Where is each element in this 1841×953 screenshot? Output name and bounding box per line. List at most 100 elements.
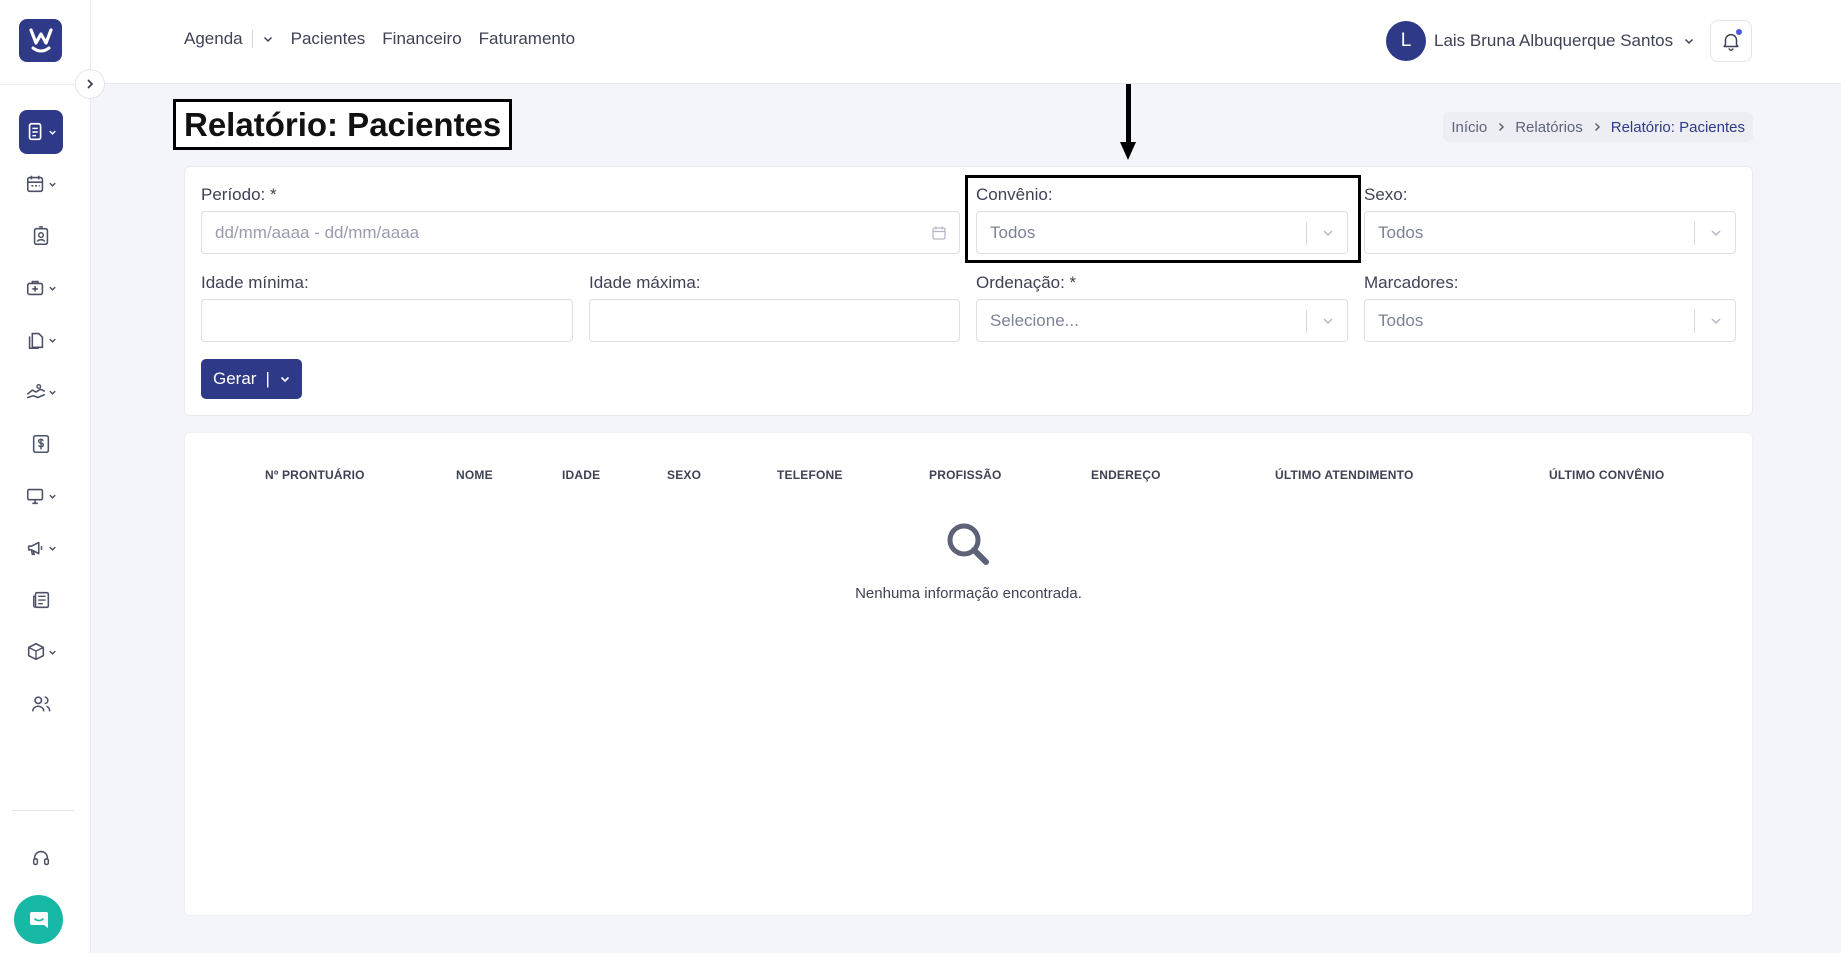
select-divider bbox=[1694, 310, 1695, 333]
nav-agenda-dropdown[interactable] bbox=[262, 33, 274, 45]
ordenacao-value: Selecione... bbox=[990, 310, 1079, 330]
handshake-icon bbox=[26, 383, 46, 399]
sexo-select[interactable]: Todos bbox=[1364, 211, 1736, 254]
nav-agenda[interactable]: Agenda bbox=[184, 29, 243, 49]
notifications-button[interactable] bbox=[1710, 20, 1752, 62]
page-title: Relatório: Pacientes bbox=[173, 99, 513, 150]
nav-faturamento[interactable]: Faturamento bbox=[479, 29, 575, 49]
sidebar-item-patients[interactable] bbox=[19, 214, 63, 258]
generate-button-label: Gerar bbox=[213, 369, 257, 388]
periodo-label: Período: * bbox=[201, 185, 277, 204]
idade-minima-label: Idade mínima: bbox=[201, 273, 309, 292]
patient-badge-icon bbox=[33, 226, 49, 246]
button-divider: | bbox=[265, 369, 270, 388]
empty-state bbox=[945, 521, 991, 572]
convenio-value: Todos bbox=[990, 222, 1036, 242]
breadcrumb-home[interactable]: Início bbox=[1451, 119, 1487, 136]
top-header: Agenda Pacientes Financeiro Faturamento … bbox=[91, 0, 1841, 84]
app-logo[interactable] bbox=[19, 19, 62, 62]
chevron-right-icon bbox=[1499, 122, 1505, 132]
calendar-icon bbox=[931, 225, 947, 241]
sidebar-toggle-button[interactable] bbox=[75, 69, 105, 99]
empty-state-message: Nenhuma informação encontrada. bbox=[855, 585, 1082, 602]
chevron-down-icon bbox=[1321, 314, 1335, 328]
nav-financeiro[interactable]: Financeiro bbox=[382, 29, 461, 49]
column-header[interactable]: ENDEREÇO bbox=[1091, 468, 1161, 482]
chevron-down-icon bbox=[49, 286, 56, 291]
breadcrumb-reports[interactable]: Relatórios bbox=[1515, 119, 1583, 136]
sidebar-item-documents[interactable] bbox=[19, 318, 63, 362]
box-icon bbox=[27, 642, 45, 661]
sidebar-item-support[interactable] bbox=[19, 836, 63, 880]
breadcrumb-separator bbox=[1592, 122, 1602, 132]
convenio-label: Convênio: bbox=[976, 185, 1053, 204]
avatar: L bbox=[1386, 21, 1426, 61]
nav-pacientes[interactable]: Pacientes bbox=[291, 29, 366, 49]
sidebar-item-reports[interactable] bbox=[19, 110, 63, 154]
chevron-down-icon bbox=[1685, 38, 1694, 45]
main-nav: Agenda Pacientes Financeiro Faturamento bbox=[184, 29, 592, 49]
idade-maxima-input[interactable] bbox=[589, 299, 960, 342]
sexo-value: Todos bbox=[1378, 222, 1424, 242]
convenio-select[interactable]: Todos bbox=[976, 211, 1348, 254]
column-header[interactable]: PROFISSÃO bbox=[929, 468, 1001, 482]
results-table-card bbox=[184, 432, 1753, 916]
periodo-input[interactable]: dd/mm/aaaa - dd/mm/aaaa bbox=[201, 211, 960, 254]
breadcrumb: Início Relatórios Relatório: Pacientes bbox=[1443, 112, 1753, 142]
sidebar-item-monitor[interactable] bbox=[19, 474, 63, 518]
user-menu-chevron bbox=[1683, 35, 1695, 47]
monitor-icon bbox=[26, 488, 44, 505]
chevron-down-icon bbox=[1709, 314, 1723, 328]
megaphone-icon bbox=[27, 541, 43, 556]
user-menu[interactable]: L Lais Bruna Albuquerque Santos bbox=[1386, 21, 1695, 61]
select-divider bbox=[1306, 222, 1307, 245]
search-icon bbox=[947, 523, 989, 565]
ordenacao-select[interactable]: Selecione... bbox=[976, 299, 1348, 342]
calendar-icon bbox=[26, 175, 44, 193]
chevron-down-icon bbox=[49, 546, 56, 551]
column-header[interactable]: Nº PRONTUÁRIO bbox=[265, 468, 365, 482]
chevron-right-icon bbox=[87, 79, 94, 89]
chevron-down-icon bbox=[1709, 226, 1723, 240]
sidebar-divider bbox=[12, 810, 75, 811]
column-header[interactable]: IDADE bbox=[562, 468, 600, 482]
chevron-down-icon bbox=[49, 494, 56, 499]
ordenacao-label: Ordenação: * bbox=[976, 273, 1077, 292]
medical-kit-icon bbox=[26, 280, 44, 296]
column-header[interactable]: NOME bbox=[456, 468, 493, 482]
chevron-down-icon bbox=[49, 390, 56, 395]
chevron-down-icon bbox=[263, 36, 272, 43]
select-divider bbox=[1694, 222, 1695, 245]
chat-icon bbox=[29, 911, 48, 928]
chevron-down-icon bbox=[49, 338, 56, 343]
sidebar-item-finance[interactable] bbox=[19, 422, 63, 466]
sidebar-item-care[interactable] bbox=[19, 370, 63, 414]
column-header[interactable]: ÚLTIMO CONVÊNIO bbox=[1549, 468, 1664, 482]
generate-button[interactable]: Gerar | bbox=[201, 359, 302, 399]
documents-icon bbox=[28, 332, 44, 350]
reports-icon bbox=[28, 122, 42, 141]
sidebar bbox=[0, 0, 91, 953]
sidebar-item-users[interactable] bbox=[19, 682, 63, 726]
nav-divider bbox=[251, 30, 253, 48]
chat-button[interactable] bbox=[14, 895, 63, 944]
marcadores-select[interactable]: Todos bbox=[1364, 299, 1736, 342]
idade-minima-input[interactable] bbox=[201, 299, 573, 342]
chevron-down-icon bbox=[1321, 226, 1335, 240]
headset-icon bbox=[32, 850, 50, 866]
user-name: Lais Bruna Albuquerque Santos bbox=[1434, 31, 1674, 50]
idade-maxima-label: Idade máxima: bbox=[589, 273, 701, 292]
chevron-right-icon bbox=[1594, 122, 1600, 132]
sidebar-item-marketing[interactable] bbox=[19, 526, 63, 570]
sidebar-item-calendar[interactable] bbox=[19, 162, 63, 206]
column-header[interactable]: SEXO bbox=[667, 468, 701, 482]
annotation-arrow-head bbox=[1120, 142, 1136, 160]
select-divider bbox=[1306, 310, 1307, 333]
sidebar-item-medical[interactable] bbox=[19, 266, 63, 310]
filter-card bbox=[184, 166, 1753, 416]
column-header[interactable]: TELEFONE bbox=[777, 468, 843, 482]
sidebar-item-inventory[interactable] bbox=[19, 630, 63, 674]
column-header[interactable]: ÚLTIMO ATENDIMENTO bbox=[1275, 468, 1413, 482]
marcadores-value: Todos bbox=[1378, 310, 1424, 330]
marcadores-label: Marcadores: bbox=[1364, 273, 1459, 292]
